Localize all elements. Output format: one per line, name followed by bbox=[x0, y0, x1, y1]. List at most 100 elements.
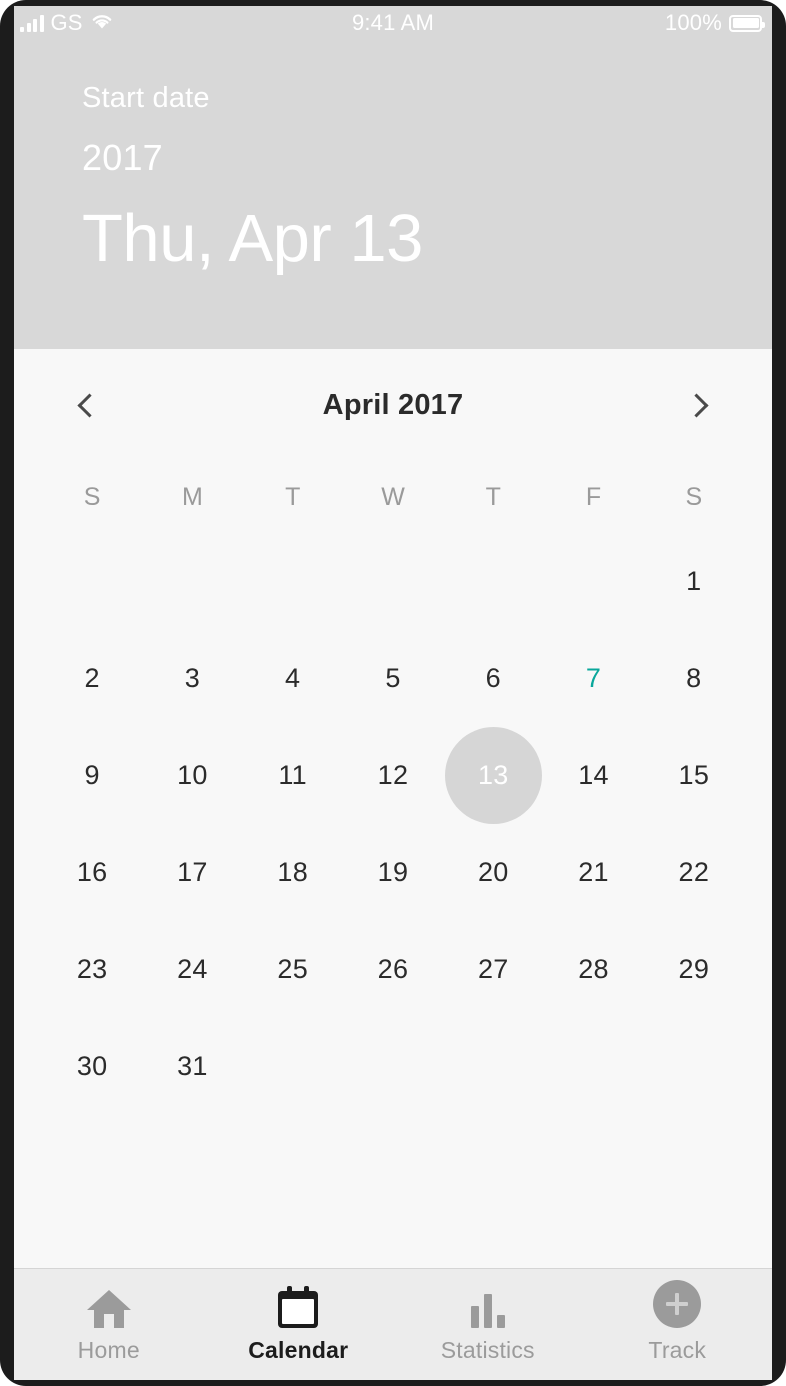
day-cell: 11 bbox=[243, 727, 343, 824]
empty-day bbox=[144, 533, 241, 630]
day-cell: 8 bbox=[644, 630, 744, 727]
day-cell: 30 bbox=[42, 1018, 142, 1115]
day-1[interactable]: 1 bbox=[645, 533, 742, 630]
status-bar-center: 9:41 AM bbox=[14, 6, 772, 40]
day-cell-empty bbox=[343, 533, 443, 630]
day-5[interactable]: 5 bbox=[344, 630, 441, 727]
tab-home[interactable]: Home bbox=[14, 1269, 204, 1380]
day-14[interactable]: 14 bbox=[545, 727, 642, 824]
day-25[interactable]: 25 bbox=[244, 921, 341, 1018]
day-11[interactable]: 11 bbox=[244, 727, 341, 824]
day-cell: 9 bbox=[42, 727, 142, 824]
status-bar-clock: 9:41 AM bbox=[351, 10, 435, 35]
month-navigation: April 2017 bbox=[42, 349, 744, 461]
plus-circle-icon bbox=[653, 1279, 702, 1328]
tab-track-label: Track bbox=[648, 1336, 707, 1363]
day-2[interactable]: 2 bbox=[44, 630, 141, 727]
day-26[interactable]: 26 bbox=[344, 921, 441, 1018]
day-23[interactable]: 23 bbox=[44, 921, 141, 1018]
day-cell: 25 bbox=[243, 921, 343, 1018]
day-20[interactable]: 20 bbox=[445, 824, 542, 921]
status-bar: GS 9:41 AM 100% bbox=[14, 6, 772, 40]
day-13[interactable]: 13 bbox=[444, 727, 542, 824]
day-cell: 22 bbox=[644, 824, 744, 921]
day-cell-empty bbox=[42, 533, 142, 630]
weekday-label-0: S bbox=[83, 482, 101, 511]
day-cell: 23 bbox=[42, 921, 142, 1018]
day-cell: 15 bbox=[644, 727, 744, 824]
day-19[interactable]: 19 bbox=[344, 824, 441, 921]
weekday-label-2: T bbox=[285, 482, 301, 511]
day-15[interactable]: 15 bbox=[645, 727, 742, 824]
day-22[interactable]: 22 bbox=[645, 824, 742, 921]
chevron-right-icon bbox=[684, 392, 709, 418]
day-7[interactable]: 7 bbox=[545, 630, 642, 727]
weekday-label-6: S bbox=[685, 482, 703, 511]
day-21[interactable]: 21 bbox=[545, 824, 642, 921]
day-cell-empty bbox=[443, 533, 543, 630]
day-cell: 13 bbox=[443, 727, 543, 824]
calendar-day-grid: 1 2 3 4 5 6 7 8 9 10 11 12 13 14 15 16 17 18 19 20 21 22 23 24 2… bbox=[42, 533, 744, 1115]
day-12[interactable]: 12 bbox=[344, 727, 441, 824]
day-10[interactable]: 10 bbox=[144, 727, 241, 824]
day-cell: 2 bbox=[42, 630, 142, 727]
day-24[interactable]: 24 bbox=[144, 921, 241, 1018]
day-cell: 10 bbox=[142, 727, 242, 824]
day-cell: 31 bbox=[142, 1018, 242, 1115]
tab-statistics-label: Statistics bbox=[440, 1336, 535, 1363]
day-cell: 29 bbox=[644, 921, 744, 1018]
next-month-button[interactable] bbox=[676, 382, 722, 428]
day-cell: 20 bbox=[443, 824, 543, 921]
tab-statistics[interactable]: Statistics bbox=[393, 1269, 583, 1380]
start-date-label: Start date bbox=[82, 82, 210, 114]
bottom-tab-bar: Home Calendar Statistics Track bbox=[14, 1268, 772, 1380]
day-cell-empty bbox=[543, 533, 643, 630]
weekday-label-1: M bbox=[182, 482, 203, 511]
day-6[interactable]: 6 bbox=[445, 630, 542, 727]
day-cell: 7 bbox=[543, 630, 643, 727]
day-27[interactable]: 27 bbox=[445, 921, 542, 1018]
day-cell: 19 bbox=[343, 824, 443, 921]
tab-home-label: Home bbox=[77, 1336, 140, 1363]
bar-chart-icon bbox=[470, 1286, 505, 1328]
day-cell: 18 bbox=[243, 824, 343, 921]
day-16[interactable]: 16 bbox=[44, 824, 141, 921]
day-17[interactable]: 17 bbox=[144, 824, 241, 921]
prev-month-button[interactable] bbox=[64, 382, 110, 428]
day-30[interactable]: 30 bbox=[44, 1018, 141, 1115]
day-cell: 12 bbox=[343, 727, 443, 824]
weekday-label-5: F bbox=[585, 482, 602, 511]
empty-day bbox=[344, 533, 441, 630]
weekday-header-row: SMTWTFS bbox=[42, 461, 744, 533]
app-screen: GS 9:41 AM 100% Start date 2017 Thu, Apr… bbox=[14, 6, 772, 1380]
selected-date[interactable]: Thu, Apr 13 bbox=[82, 202, 772, 276]
empty-day bbox=[545, 533, 642, 630]
phone-frame: GS 9:41 AM 100% Start date 2017 Thu, Apr… bbox=[0, 0, 786, 1386]
day-cell: 21 bbox=[543, 824, 643, 921]
day-8[interactable]: 8 bbox=[645, 630, 742, 727]
day-18[interactable]: 18 bbox=[244, 824, 341, 921]
day-28[interactable]: 28 bbox=[545, 921, 642, 1018]
day-cell-empty bbox=[142, 533, 242, 630]
day-9[interactable]: 9 bbox=[44, 727, 141, 824]
day-4[interactable]: 4 bbox=[244, 630, 341, 727]
day-cell: 1 bbox=[644, 533, 744, 630]
day-31[interactable]: 31 bbox=[144, 1018, 241, 1115]
tab-track[interactable]: Track bbox=[583, 1269, 773, 1380]
selected-year[interactable]: 2017 bbox=[82, 140, 772, 176]
day-cell: 5 bbox=[343, 630, 443, 727]
day-29[interactable]: 29 bbox=[645, 921, 742, 1018]
day-cell: 6 bbox=[443, 630, 543, 727]
day-cell: 14 bbox=[543, 727, 643, 824]
day-3[interactable]: 3 bbox=[144, 630, 241, 727]
weekday-label-4: T bbox=[485, 482, 501, 511]
day-cell: 16 bbox=[42, 824, 142, 921]
status-bar-right: 100% bbox=[665, 6, 765, 40]
day-cell: 24 bbox=[142, 921, 242, 1018]
calendar-panel: April 2017 SMTWTFS 1 2 3 4 5 6 7 8 9 10 11 12 13 14 15… bbox=[14, 349, 772, 1268]
month-title: April 2017 bbox=[322, 388, 464, 421]
weekday-label-3: W bbox=[381, 482, 405, 511]
day-cell: 4 bbox=[243, 630, 343, 727]
day-cell: 27 bbox=[443, 921, 543, 1018]
tab-calendar[interactable]: Calendar bbox=[204, 1269, 394, 1380]
